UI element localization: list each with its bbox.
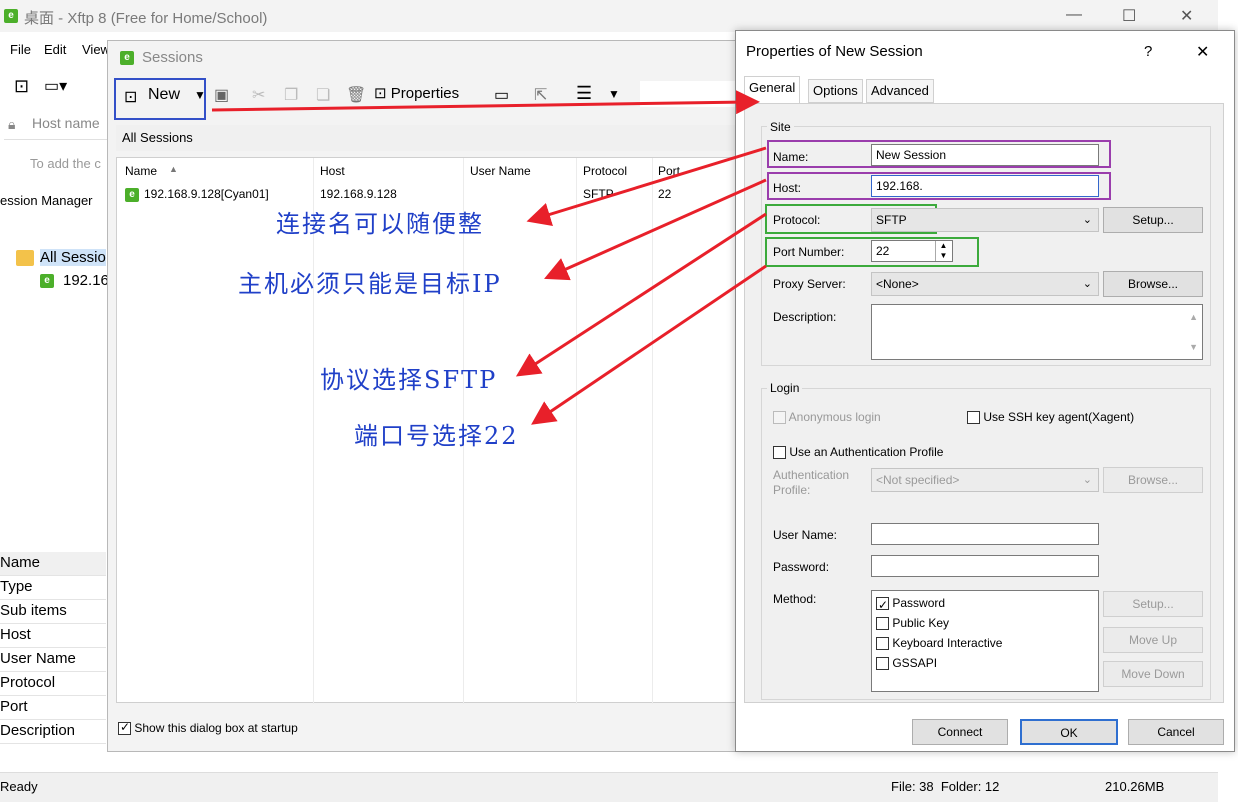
arrow-host (544, 178, 767, 281)
arrow-new-to-dialog (211, 90, 760, 115)
arrow-name (526, 146, 767, 226)
annotation-arrows (211, 90, 767, 425)
